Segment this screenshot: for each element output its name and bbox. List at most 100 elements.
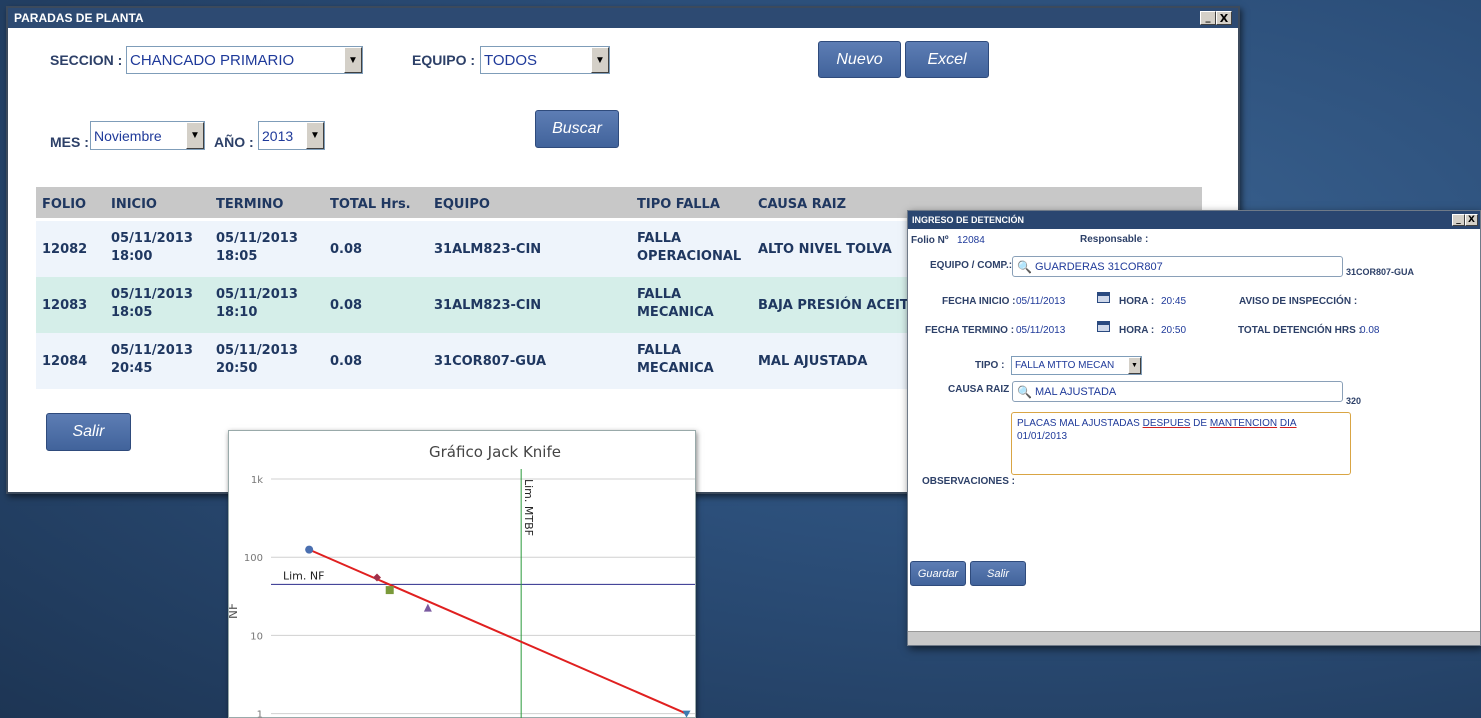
cell-tipo-1: FALLA xyxy=(637,287,682,302)
cell-termino-hora: 20:50 xyxy=(216,361,258,376)
mes-select[interactable]: Noviembre ▼ xyxy=(90,121,205,150)
cell-inicio-fecha: 05/11/2013 xyxy=(111,343,193,358)
folio-value: 12084 xyxy=(957,235,985,246)
folio-label: Folio Nº xyxy=(911,235,949,246)
dialog-salir-button[interactable]: Salir xyxy=(970,561,1026,586)
fecha-termino-label: FECHA TERMINO : xyxy=(925,325,1015,336)
cell-equipo: 31ALM823-CIN xyxy=(434,242,542,257)
observaciones-label: OBSERVACIONES : xyxy=(922,476,1015,487)
close-icon[interactable]: X xyxy=(1216,11,1232,25)
chevron-down-icon: ▼ xyxy=(344,47,362,73)
main-titlebar: PARADAS DE PLANTA _ X xyxy=(8,8,1238,28)
salir-button[interactable]: Salir xyxy=(46,413,131,451)
fecha-inicio-label: FECHA INICIO : xyxy=(942,296,1016,307)
hora-inicio-label: HORA : xyxy=(1119,296,1155,307)
guardar-button[interactable]: Guardar xyxy=(910,561,966,586)
equipo-comp-label: EQUIPO / COMP.: xyxy=(930,260,1013,271)
chart-ylabel: NF xyxy=(229,603,240,619)
cell-inicio-hora: 18:00 xyxy=(111,249,153,264)
chart-title: Gráfico Jack Knife xyxy=(429,443,561,461)
dialog-title: INGRESO DE DETENCIÓN xyxy=(912,215,1025,225)
aviso-label: AVISO DE INSPECCIÓN : xyxy=(1239,296,1358,307)
minimize-icon[interactable]: _ xyxy=(1452,214,1465,226)
equipo-label: EQUIPO : xyxy=(412,52,476,68)
fecha-termino-value: 05/11/2013 xyxy=(1016,325,1066,336)
header-termino: TERMINO xyxy=(216,197,284,212)
header-inicio: INICIO xyxy=(111,197,157,212)
cell-tipo-2: MECANICA xyxy=(637,305,714,320)
hora-inicio-value: 20:45 xyxy=(1161,296,1187,307)
cell-folio: 12084 xyxy=(42,354,88,369)
y-tick-label: 100 xyxy=(244,553,263,564)
chevron-down-icon: ▼ xyxy=(306,122,324,149)
equipo-comp-field[interactable]: 🔍 GUARDERAS 31COR807 xyxy=(1012,256,1343,277)
cell-total: 0.08 xyxy=(330,354,363,369)
cell-causa: ALTO NIVEL TOLVA xyxy=(758,242,892,257)
cell-termino-fecha: 05/11/2013 xyxy=(216,287,298,302)
header-total: TOTAL Hrs. xyxy=(330,197,411,212)
cell-tipo-2: OPERACIONAL xyxy=(637,249,742,264)
cell-equipo: 31ALM823-CIN xyxy=(434,298,542,313)
cell-inicio-hora: 20:45 xyxy=(111,361,153,376)
y-tick-label: 10 xyxy=(250,631,263,642)
hora-termino-value: 20:50 xyxy=(1161,325,1187,336)
data-point xyxy=(305,545,314,554)
chevron-down-icon: ▼ xyxy=(591,47,609,73)
cell-inicio-fecha: 05/11/2013 xyxy=(111,231,193,246)
equipo-select[interactable]: TODOS ▼ xyxy=(480,46,610,74)
chevron-down-icon: ▼ xyxy=(1128,357,1141,374)
cell-termino-hora: 18:05 xyxy=(216,249,258,264)
chart-plot-area: 1k 100 10 1 Lim. NF Lim. MTBF xyxy=(244,469,695,718)
cell-folio: 12082 xyxy=(42,242,88,257)
causa-raiz-field[interactable]: 🔍 MAL AJUSTADA xyxy=(1012,381,1343,402)
cell-inicio-hora: 18:05 xyxy=(111,305,153,320)
seccion-select[interactable]: CHANCADO PRIMARIO ▼ xyxy=(126,46,363,74)
cell-folio: 12083 xyxy=(42,298,88,313)
total-detencion-label: TOTAL DETENCIÓN HRS : xyxy=(1238,325,1362,336)
cell-tipo-1: FALLA xyxy=(637,231,682,246)
jack-knife-chart: Gráfico Jack Knife NF 1k 100 10 1 Lim. NF Lim… xyxy=(229,443,695,718)
cell-total: 0.08 xyxy=(330,242,363,257)
cell-equipo: 31COR807-GUA xyxy=(434,354,547,369)
cell-inicio-fecha: 05/11/2013 xyxy=(111,287,193,302)
hora-termino-label: HORA : xyxy=(1119,325,1155,336)
data-point xyxy=(385,586,394,595)
fecha-inicio-value: 05/11/2013 xyxy=(1016,296,1066,307)
anio-select[interactable]: 2013 ▼ xyxy=(258,121,325,150)
lim-nf-label: Lim. NF xyxy=(283,569,324,582)
responsable-label: Responsable : xyxy=(1080,234,1149,245)
anio-label: AÑO : xyxy=(214,134,254,150)
header-folio: FOLIO xyxy=(42,197,87,212)
search-icon[interactable]: 🔍 xyxy=(1017,260,1032,274)
cell-tipo-2: MECANICA xyxy=(637,361,714,376)
main-title: PARADAS DE PLANTA xyxy=(14,11,144,25)
tipo-select[interactable]: FALLA MTTO MECAN ▼ xyxy=(1011,356,1142,375)
cell-total: 0.08 xyxy=(330,298,363,313)
close-icon[interactable]: X xyxy=(1465,214,1478,226)
search-icon[interactable]: 🔍 xyxy=(1017,385,1032,399)
minimize-icon[interactable]: _ xyxy=(1200,11,1216,25)
lim-mtbf-label: Lim. MTBF xyxy=(522,479,535,536)
excel-button[interactable]: Excel xyxy=(905,41,989,78)
mes-label: MES : xyxy=(50,134,89,150)
cell-causa: BAJA PRESIÓN ACEIT xyxy=(758,298,909,313)
nuevo-button[interactable]: Nuevo xyxy=(818,41,901,78)
equipo-code: 31COR807-GUA xyxy=(1346,267,1415,277)
total-detencion-value: 0.08 xyxy=(1360,325,1380,336)
seccion-label: SECCION : xyxy=(50,52,123,68)
cell-causa: MAL AJUSTADA xyxy=(758,354,868,369)
observaciones-textarea[interactable]: PLACAS MAL AJUSTADAS DESPUES DE MANTENCI… xyxy=(1011,412,1351,475)
calendar-icon[interactable] xyxy=(1097,321,1110,332)
header-causa: CAUSA RAIZ xyxy=(758,197,847,212)
cell-termino-fecha: 05/11/2013 xyxy=(216,231,298,246)
calendar-icon[interactable] xyxy=(1097,292,1110,303)
trend-line xyxy=(308,548,687,715)
header-equipo: EQUIPO xyxy=(434,197,490,212)
y-tick-label: 1k xyxy=(251,475,263,486)
tipo-label: TIPO : xyxy=(975,360,1005,371)
buscar-button[interactable]: Buscar xyxy=(535,110,619,148)
dialog-titlebar: INGRESO DE DETENCIÓN _ X xyxy=(908,211,1480,229)
cell-termino-fecha: 05/11/2013 xyxy=(216,343,298,358)
causa-raiz-label: CAUSA RAIZ : xyxy=(948,384,1016,395)
y-tick-label: 1 xyxy=(257,710,263,718)
